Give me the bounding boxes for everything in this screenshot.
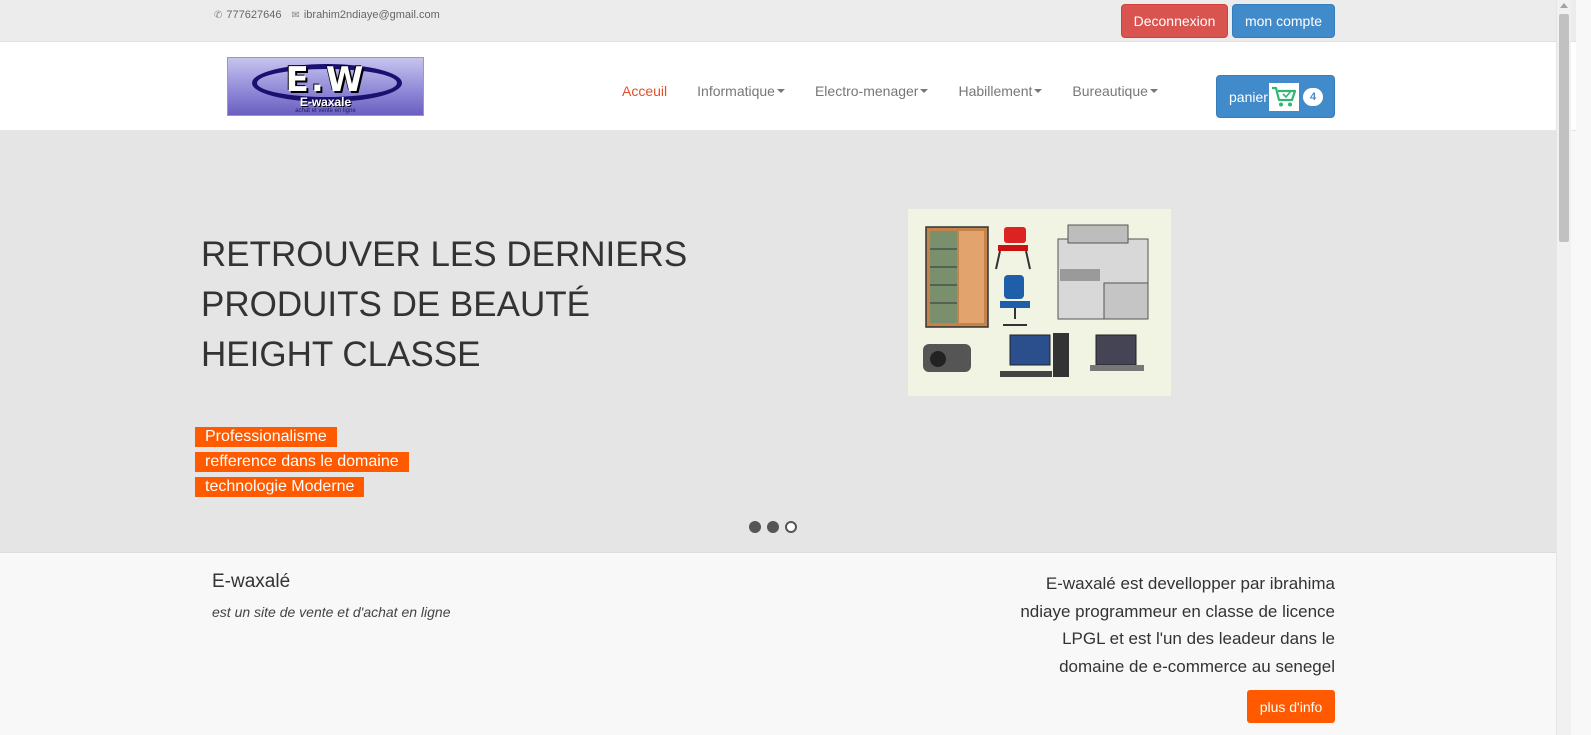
hero-carousel: RETROUVER LES DERNIERS PRODUITS DE BEAUT… <box>0 131 1556 552</box>
hero-tag: technologie Moderne <box>195 477 365 497</box>
top-bar: ✆ 777627646 ✉ ibrahim2ndiaye@gmail.com D… <box>0 0 1576 42</box>
nav-item-label: Acceuil <box>622 83 668 99</box>
nav-item-acceuil[interactable]: Acceuil <box>622 83 667 99</box>
email-address: ibrahim2ndiaye@gmail.com <box>303 9 440 21</box>
hero-tag: Professionalisme <box>195 427 337 447</box>
envelope-icon: ✉ <box>291 9 300 21</box>
cart-count-badge: 4 <box>1303 88 1323 106</box>
nav-item-bureautique[interactable]: Bureautique <box>1072 83 1158 99</box>
office-products-image <box>908 209 1171 396</box>
caret-down-icon <box>1149 89 1158 93</box>
phone-icon: ✆ <box>214 9 223 21</box>
nav-item-habillement[interactable]: Habillement <box>958 83 1043 99</box>
nav-item-electro-menager[interactable]: Electro-menager <box>815 83 929 99</box>
caret-down-icon <box>920 89 929 93</box>
about-line: ndiaye programmeur en classe de licence <box>1020 601 1335 621</box>
about-line: LPGL et est l'un des leadeur dans le <box>1062 629 1335 648</box>
scroll-up-arrow-icon[interactable] <box>1560 3 1568 8</box>
hero-tag: refference dans le domaine <box>195 452 409 472</box>
vertical-scrollbar[interactable] <box>1556 0 1571 735</box>
logout-button[interactable]: Deconnexion <box>1121 4 1228 38</box>
phone-item: ✆ 777627646 <box>214 9 281 21</box>
account-button[interactable]: mon compte <box>1232 4 1335 38</box>
brand-tagline: est un site de vente et d'achat en ligne <box>212 604 451 620</box>
main-navbar: E.W E-waxale achat et vente en ligne Acc… <box>0 42 1576 131</box>
carousel-indicators <box>749 521 797 533</box>
cart-label: panier <box>1229 89 1268 105</box>
brand-name: E-waxalé <box>212 571 291 592</box>
nav-item-label: Informatique <box>697 83 775 99</box>
logo-tiny-text: achat et vente en ligne <box>295 108 356 114</box>
caret-down-icon <box>776 89 785 93</box>
hero-tags: Professionalisme refference dans le doma… <box>195 427 409 497</box>
about-text: E-waxalé est devellopper par ibrahima nd… <box>995 570 1335 680</box>
info-section: E-waxalé est un site de vente et d'achat… <box>0 552 1556 735</box>
phone-number: 777627646 <box>226 9 282 21</box>
shopping-cart-icon <box>1269 83 1299 111</box>
headline-line: HEIGHT CLASSE <box>201 335 481 374</box>
nav-item-label: Electro-menager <box>814 83 919 99</box>
nav-item-label: Bureautique <box>1072 83 1148 99</box>
logo-sub-text: E-waxale <box>299 95 352 109</box>
logo-main-text: E.W <box>285 60 366 100</box>
about-line: E-waxalé est devellopper par ibrahima <box>1045 574 1335 593</box>
scrollbar-thumb[interactable] <box>1559 14 1569 242</box>
nav-item-label: Habillement <box>958 83 1033 99</box>
headline-line: RETROUVER LES DERNIERS <box>201 235 688 274</box>
headline-line: PRODUITS DE BEAUTÉ <box>201 285 590 324</box>
hero-headline: RETROUVER LES DERNIERS PRODUITS DE BEAUT… <box>201 230 761 380</box>
more-info-button[interactable]: plus d'info <box>1247 690 1335 723</box>
carousel-indicator[interactable] <box>785 521 797 533</box>
nav-menu: Acceuil Informatique Electro-menager Hab… <box>622 83 1188 99</box>
site-logo[interactable]: E.W E-waxale achat et vente en ligne <box>227 57 424 116</box>
page: ✆ 777627646 ✉ ibrahim2ndiaye@gmail.com D… <box>0 0 1591 735</box>
cart-button[interactable]: panier 4 <box>1216 75 1335 118</box>
contact-info: ✆ 777627646 ✉ ibrahim2ndiaye@gmail.com <box>214 9 440 21</box>
carousel-indicator[interactable] <box>767 521 779 533</box>
email-item: ✉ ibrahim2ndiaye@gmail.com <box>291 9 439 21</box>
carousel-indicator[interactable] <box>749 521 761 533</box>
nav-item-informatique[interactable]: Informatique <box>697 83 785 99</box>
caret-down-icon <box>1034 89 1043 93</box>
about-line: domaine de e-commerce au senegel <box>1059 656 1335 676</box>
